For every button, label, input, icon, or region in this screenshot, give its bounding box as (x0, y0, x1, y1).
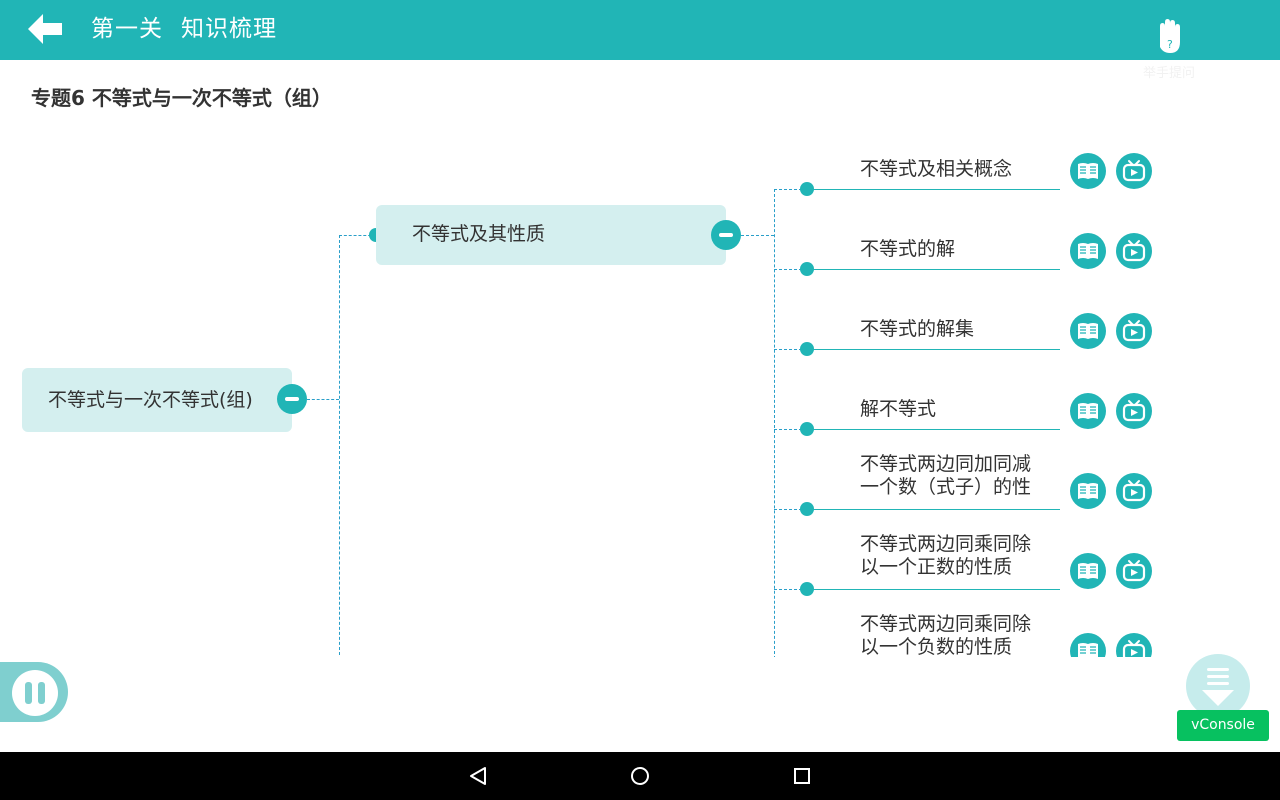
page-title: 第一关 知识梳理 (91, 14, 295, 44)
book-button[interactable] (1070, 553, 1106, 589)
system-nav-bar (0, 752, 1280, 800)
tv-video-icon (1122, 560, 1146, 582)
book-button[interactable] (1070, 473, 1106, 509)
leaf-label[interactable]: 不等式及相关概念 (860, 158, 1060, 181)
leaf-dot (800, 342, 814, 356)
nav-recents-button[interactable] (790, 764, 814, 788)
back-button[interactable] (26, 12, 66, 46)
book-button[interactable] (1070, 153, 1106, 189)
tv-video-icon (1122, 320, 1146, 342)
leaf-label-line: 一个数（式子）的性 (860, 476, 1032, 498)
leaf-underline (807, 429, 1060, 430)
tv-video-icon (1122, 160, 1146, 182)
scroll-down-icon (1202, 668, 1234, 706)
raise-hand-button[interactable]: ? 举手提问 (1138, 18, 1200, 81)
open-book-icon (1078, 403, 1098, 419)
leaf-label[interactable]: 不等式的解 (860, 238, 1060, 261)
leaf-label-line: 不等式的解 (860, 238, 956, 260)
connector (307, 399, 339, 400)
leaf-label-line: 不等式两边同加同减 (860, 453, 1032, 475)
pause-icon (12, 670, 58, 716)
video-button[interactable] (1116, 313, 1152, 349)
raised-hand-icon: ? (1160, 19, 1180, 53)
leaf-underline (807, 349, 1060, 350)
leaf-label[interactable]: 不等式两边同乘同除 以一个负数的性质 (860, 613, 1060, 657)
scroll-down-button[interactable] (1186, 654, 1250, 718)
video-button[interactable] (1116, 553, 1152, 589)
leaf-dot (800, 502, 814, 516)
tv-video-icon (1122, 480, 1146, 502)
leaf-underline (807, 269, 1060, 270)
video-button[interactable] (1116, 153, 1152, 189)
pause-button[interactable] (0, 662, 68, 722)
leaf-underline (807, 589, 1060, 590)
branch-node-label: 不等式及其性质 (412, 223, 546, 245)
open-book-icon (1078, 243, 1098, 259)
nav-back-button[interactable] (466, 764, 490, 788)
open-book-icon (1078, 563, 1098, 579)
connector (774, 189, 775, 657)
mindmap: 不等式与一次不等式(组) 不等式及其性质 不等式及相关概念 不等式的解 不等式的… (0, 120, 1280, 657)
leaf-label-line: 以一个正数的性质 (860, 556, 1013, 578)
connector (339, 235, 340, 657)
video-button[interactable] (1116, 473, 1152, 509)
leaf-label[interactable]: 不等式的解集 (860, 318, 1060, 341)
root-collapse-button[interactable] (277, 384, 307, 414)
open-book-icon (1078, 643, 1098, 657)
leaf-dot (800, 582, 814, 596)
vconsole-button[interactable]: vConsole (1177, 710, 1269, 741)
nav-home-icon (631, 767, 649, 785)
tv-video-icon (1122, 400, 1146, 422)
leaf-underline (807, 189, 1060, 190)
branch-collapse-button[interactable] (711, 220, 741, 250)
video-button[interactable] (1116, 633, 1152, 657)
subject-title: 专题6 不等式与一次不等式（组） (31, 86, 332, 110)
section-label: 知识梳理 (181, 16, 277, 42)
branch-node[interactable]: 不等式及其性质 (376, 205, 726, 265)
open-book-icon (1078, 163, 1098, 179)
tv-video-icon (1122, 240, 1146, 262)
book-button[interactable] (1070, 393, 1106, 429)
book-button[interactable] (1070, 633, 1106, 657)
book-button[interactable] (1070, 233, 1106, 269)
level-label: 第一关 (91, 16, 163, 42)
leaf-label-line: 不等式的解集 (860, 318, 975, 340)
open-book-icon (1078, 483, 1098, 499)
leaf-dot (800, 182, 814, 196)
open-book-icon (1078, 323, 1098, 339)
raise-hand-label: 举手提问 (1142, 66, 1195, 81)
root-node[interactable]: 不等式与一次不等式(组) (22, 368, 292, 432)
connector (741, 235, 774, 236)
video-button[interactable] (1116, 233, 1152, 269)
svg-text:?: ? (1167, 38, 1173, 51)
top-bar: 第一关 知识梳理 ? 举手提问 (0, 0, 1280, 81)
leaf-label-line: 以一个负数的性质 (860, 636, 1013, 657)
arrow-left-icon (28, 14, 62, 44)
leaf-dot (800, 262, 814, 276)
video-button[interactable] (1116, 393, 1152, 429)
nav-back-icon (470, 767, 486, 785)
leaf-label[interactable]: 不等式两边同加同减 一个数（式子）的性 (860, 453, 1060, 499)
leaf-label-line: 解不等式 (860, 398, 937, 420)
leaf-label[interactable]: 解不等式 (860, 398, 1060, 421)
leaf-label-line: 不等式两边同乘同除 (860, 613, 1032, 635)
nav-home-button[interactable] (628, 764, 652, 788)
leaf-label-line: 不等式及相关概念 (860, 158, 1013, 180)
leaf-dot (800, 422, 814, 436)
root-node-label: 不等式与一次不等式(组) (48, 389, 253, 411)
leaf-underline (807, 509, 1060, 510)
nav-recents-icon (794, 768, 810, 784)
book-button[interactable] (1070, 313, 1106, 349)
leaf-label[interactable]: 不等式两边同乘同除 以一个正数的性质 (860, 533, 1060, 579)
leaf-label-line: 不等式两边同乘同除 (860, 533, 1032, 555)
tv-video-icon (1122, 640, 1146, 657)
